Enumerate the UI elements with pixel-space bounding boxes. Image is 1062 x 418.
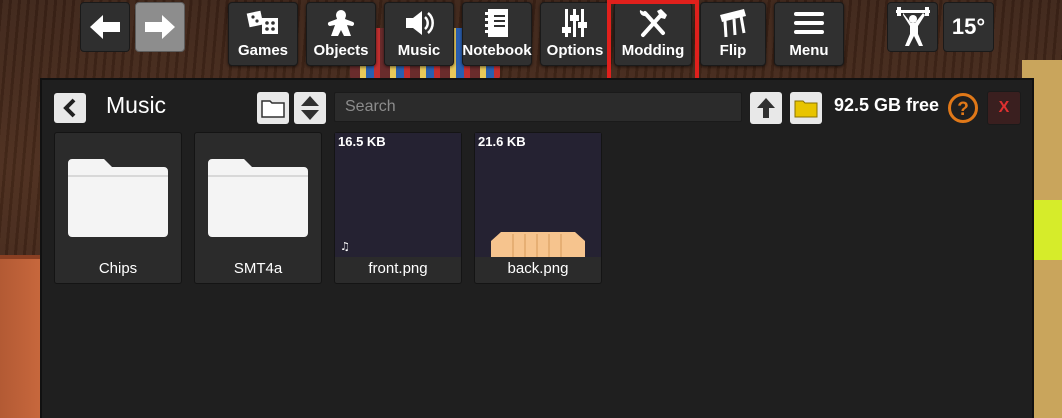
- speaker-icon: [406, 11, 434, 35]
- flip-label: Flip: [719, 42, 747, 59]
- help-icon: ?: [948, 93, 978, 123]
- table-object-left: [0, 255, 42, 418]
- notebook-label: Notebook: [462, 42, 532, 59]
- objects-button[interactable]: Objects: [306, 2, 376, 66]
- file-tile-front[interactable]: 16.5 KB ♫ front.png: [334, 132, 462, 284]
- dice-icon: [246, 10, 278, 34]
- folder-thumb: [195, 133, 321, 257]
- folder-icon: [68, 159, 168, 237]
- chevron-left-icon: [63, 98, 76, 118]
- browser-header: Music Search 92.5 GB free ? X: [42, 80, 1032, 132]
- music-note-icon: ♫: [340, 240, 350, 253]
- flip-table-icon: [720, 9, 746, 38]
- browser-title: Music: [106, 92, 167, 118]
- sliders-icon: [562, 9, 587, 37]
- weightlifter-icon: [895, 7, 930, 46]
- flip-button[interactable]: Flip: [700, 2, 766, 66]
- search-input[interactable]: Search: [334, 92, 742, 122]
- close-button[interactable]: X: [987, 91, 1021, 125]
- meeple-icon: [327, 10, 355, 36]
- rotation-angle-button[interactable]: 15°: [943, 2, 994, 52]
- menu-label: Menu: [789, 42, 829, 59]
- file-size: 16.5 KB: [338, 134, 386, 149]
- image-thumb: [335, 133, 461, 257]
- games-label: Games: [237, 42, 289, 59]
- tile-name: front.png: [368, 260, 428, 277]
- file-size: 21.6 KB: [478, 134, 526, 149]
- folder-open-icon: [794, 100, 818, 118]
- options-label: Options: [546, 42, 604, 59]
- browser-back-button[interactable]: [54, 93, 86, 123]
- music-button[interactable]: Music: [384, 2, 454, 66]
- free-space-label: 92.5 GB free: [834, 95, 940, 115]
- folder-icon: [261, 100, 285, 118]
- open-folder-button[interactable]: [790, 92, 822, 124]
- help-button[interactable]: ?: [946, 91, 980, 125]
- folder-tile-chips[interactable]: Chips: [54, 132, 182, 284]
- options-button[interactable]: Options: [540, 2, 610, 66]
- tile-name: back.png: [507, 260, 569, 277]
- notebook-button[interactable]: Notebook: [462, 2, 532, 66]
- lift-button[interactable]: [887, 2, 938, 52]
- sort-button[interactable]: [294, 92, 326, 124]
- tile-name: SMT4a: [233, 260, 283, 277]
- sort-icon: [301, 96, 319, 120]
- menu-button[interactable]: Menu: [774, 2, 844, 66]
- file-tile-back[interactable]: 21.6 KB back.png: [474, 132, 602, 284]
- lime-object: [1032, 200, 1062, 260]
- hamburger-icon: [794, 12, 824, 34]
- forward-button[interactable]: [135, 2, 185, 52]
- games-button[interactable]: Games: [228, 2, 298, 66]
- card-back-preview: [491, 232, 585, 257]
- tile-name: Chips: [98, 260, 138, 277]
- music-label: Music: [397, 42, 441, 59]
- folder-thumb: [55, 133, 181, 257]
- help-label: ?: [957, 99, 969, 120]
- image-thumb: [475, 133, 601, 257]
- parent-folder-button[interactable]: [750, 92, 782, 124]
- modding-highlight: [607, 0, 699, 84]
- objects-label: Objects: [313, 42, 369, 59]
- arrow-right-icon: [145, 15, 175, 39]
- arrow-up-icon: [757, 98, 775, 118]
- folder-icon: [208, 159, 308, 237]
- music-browser-panel: Music Search 92.5 GB free ? X Chips SMT4…: [40, 78, 1034, 418]
- folder-tile-smt4a[interactable]: SMT4a: [194, 132, 322, 284]
- new-folder-button[interactable]: [257, 92, 289, 124]
- notebook-icon: [485, 9, 508, 37]
- arrow-left-icon: [90, 15, 120, 39]
- back-button[interactable]: [80, 2, 130, 52]
